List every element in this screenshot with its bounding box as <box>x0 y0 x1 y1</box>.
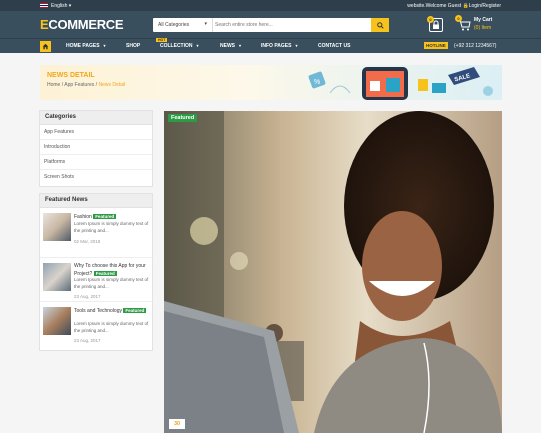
shopping-illustration: % SALE <box>308 67 493 100</box>
featured-badge: Featured <box>168 114 198 122</box>
top-bar: English ▾ website.Welcome Guest 🔒Login/R… <box>0 0 541 11</box>
featured-badge: Featured <box>123 308 147 313</box>
logo[interactable]: ECOMMERCE <box>40 17 124 32</box>
news-excerpt: Lorem Ipsum is simply dummy text of the … <box>74 277 149 289</box>
comment-count: 30 <box>169 419 186 429</box>
nav-label: COLLECTION <box>160 43 193 49</box>
cart-icon[interactable]: 0 <box>455 15 471 32</box>
welcome-text: website.Welcome Guest <box>407 2 462 9</box>
news-thumbnail <box>43 263 71 291</box>
page-banner: NEWS DETAIL Home / App Features / News D… <box>40 65 502 100</box>
svg-text:%: % <box>314 79 320 86</box>
category-item[interactable]: Screen Shots <box>40 170 152 185</box>
search-bar: All Categories ▾ <box>153 18 389 32</box>
featured-news-item[interactable]: Tools and Technology Featured Lorem Ipsu… <box>40 301 154 349</box>
featured-badge: Featured <box>93 214 117 219</box>
category-item[interactable]: Introduction <box>40 140 152 155</box>
categories-title: Categories <box>40 111 152 125</box>
cart-items-count: (0) Item <box>474 25 492 31</box>
nav-item-home-pages[interactable]: HOME PAGES ▾ <box>66 43 106 49</box>
news-date: 02 Mar, 2018 <box>74 239 101 244</box>
news-excerpt: Lorem Ipsum is simply dummy text of the … <box>74 221 149 233</box>
breadcrumb-separator: / <box>61 82 64 88</box>
home-icon <box>42 43 49 50</box>
breadcrumb-home[interactable]: Home <box>47 82 60 88</box>
chevron-down-icon: ▾ <box>204 21 207 27</box>
news-excerpt: Lorem Ipsum is simply dummy text of the … <box>74 321 149 333</box>
chevron-down-icon: ▾ <box>103 43 106 48</box>
chevron-down-icon: ▾ <box>239 43 242 48</box>
news-thumbnail <box>43 213 71 241</box>
news-thumbnail <box>43 307 71 335</box>
breadcrumb: Home / App Features / News Detail <box>47 82 125 88</box>
nav-item-collection[interactable]: COLLECTION ▾ <box>160 43 199 49</box>
featured-badge: Featured <box>93 271 117 276</box>
language-label: English <box>51 2 68 9</box>
main-nav: HOME PAGES ▾ SHOP HOT COLLECTION ▾ NEWS ▾ I… <box>0 38 541 53</box>
news-title[interactable]: Fashion <box>74 214 92 220</box>
nav-item-info-pages[interactable]: INFO PAGES ▾ <box>261 43 297 49</box>
chevron-down-icon: ▾ <box>68 2 72 9</box>
featured-news-item[interactable]: Fashion Featured Lorem Ipsum is simply d… <box>40 208 154 256</box>
category-item[interactable]: App Features <box>40 125 152 140</box>
nav-label: NEWS <box>220 43 235 49</box>
language-selector[interactable]: English ▾ <box>51 3 71 9</box>
nav-item-contact-us[interactable]: CONTACT US <box>318 43 350 49</box>
featured-news-panel: Featured News Fashion Featured Lorem Ips… <box>39 193 154 351</box>
my-cart-label[interactable]: My Cart <box>474 17 492 23</box>
lock-badge: 0 <box>427 16 434 23</box>
search-button[interactable] <box>371 18 389 32</box>
nav-label: CONTACT US <box>318 43 351 49</box>
hotline-badge: HOTLINE <box>424 42 448 49</box>
news-date: 23 Aug, 2017 <box>74 338 101 343</box>
nav-label: SHOP <box>126 43 141 49</box>
news-date: 23 Aug, 2017 <box>74 294 101 299</box>
featured-news-title: Featured News <box>40 194 152 208</box>
featured-article-image[interactable] <box>164 111 502 433</box>
login-link[interactable]: Login/Register <box>469 3 501 9</box>
nav-item-news[interactable]: NEWS ▾ <box>220 43 241 49</box>
header: ECOMMERCE All Categories ▾ 0 0 My Cart (0… <box>0 11 541 38</box>
chevron-down-icon: ▾ <box>295 43 298 48</box>
hotline-phone[interactable]: (+92 312 1234567) <box>454 43 496 49</box>
search-icon <box>376 21 384 29</box>
chevron-down-icon: ▾ <box>196 43 199 48</box>
cart-badge: 0 <box>455 15 462 22</box>
category-label: All Categories <box>158 22 190 28</box>
nav-item-shop[interactable]: SHOP <box>126 43 140 49</box>
featured-news-item[interactable]: Why To choose this App for your Project?… <box>40 257 154 305</box>
news-title[interactable]: Tools and Technology <box>74 308 122 314</box>
category-item[interactable]: Platforms <box>40 155 152 170</box>
breadcrumb-current: News Detail <box>98 82 126 88</box>
breadcrumb-separator: / <box>95 82 98 88</box>
category-select[interactable]: All Categories ▾ <box>153 18 213 32</box>
nav-label: INFO PAGES <box>261 43 292 49</box>
breadcrumb-app-features[interactable]: App Features <box>64 82 94 88</box>
search-input[interactable] <box>215 19 365 31</box>
nav-label: HOME PAGES <box>66 43 100 49</box>
home-button[interactable] <box>40 41 51 52</box>
account-lock-icon[interactable]: 0 <box>427 16 443 32</box>
hot-badge: HOT <box>156 38 168 42</box>
logo-text: COMMERCE <box>48 17 124 32</box>
page-title: NEWS DETAIL <box>47 72 95 79</box>
woman-with-laptop-photo <box>164 111 502 433</box>
categories-panel: Categories App Features Introduction Pla… <box>39 110 153 187</box>
uk-flag-icon <box>40 3 48 8</box>
